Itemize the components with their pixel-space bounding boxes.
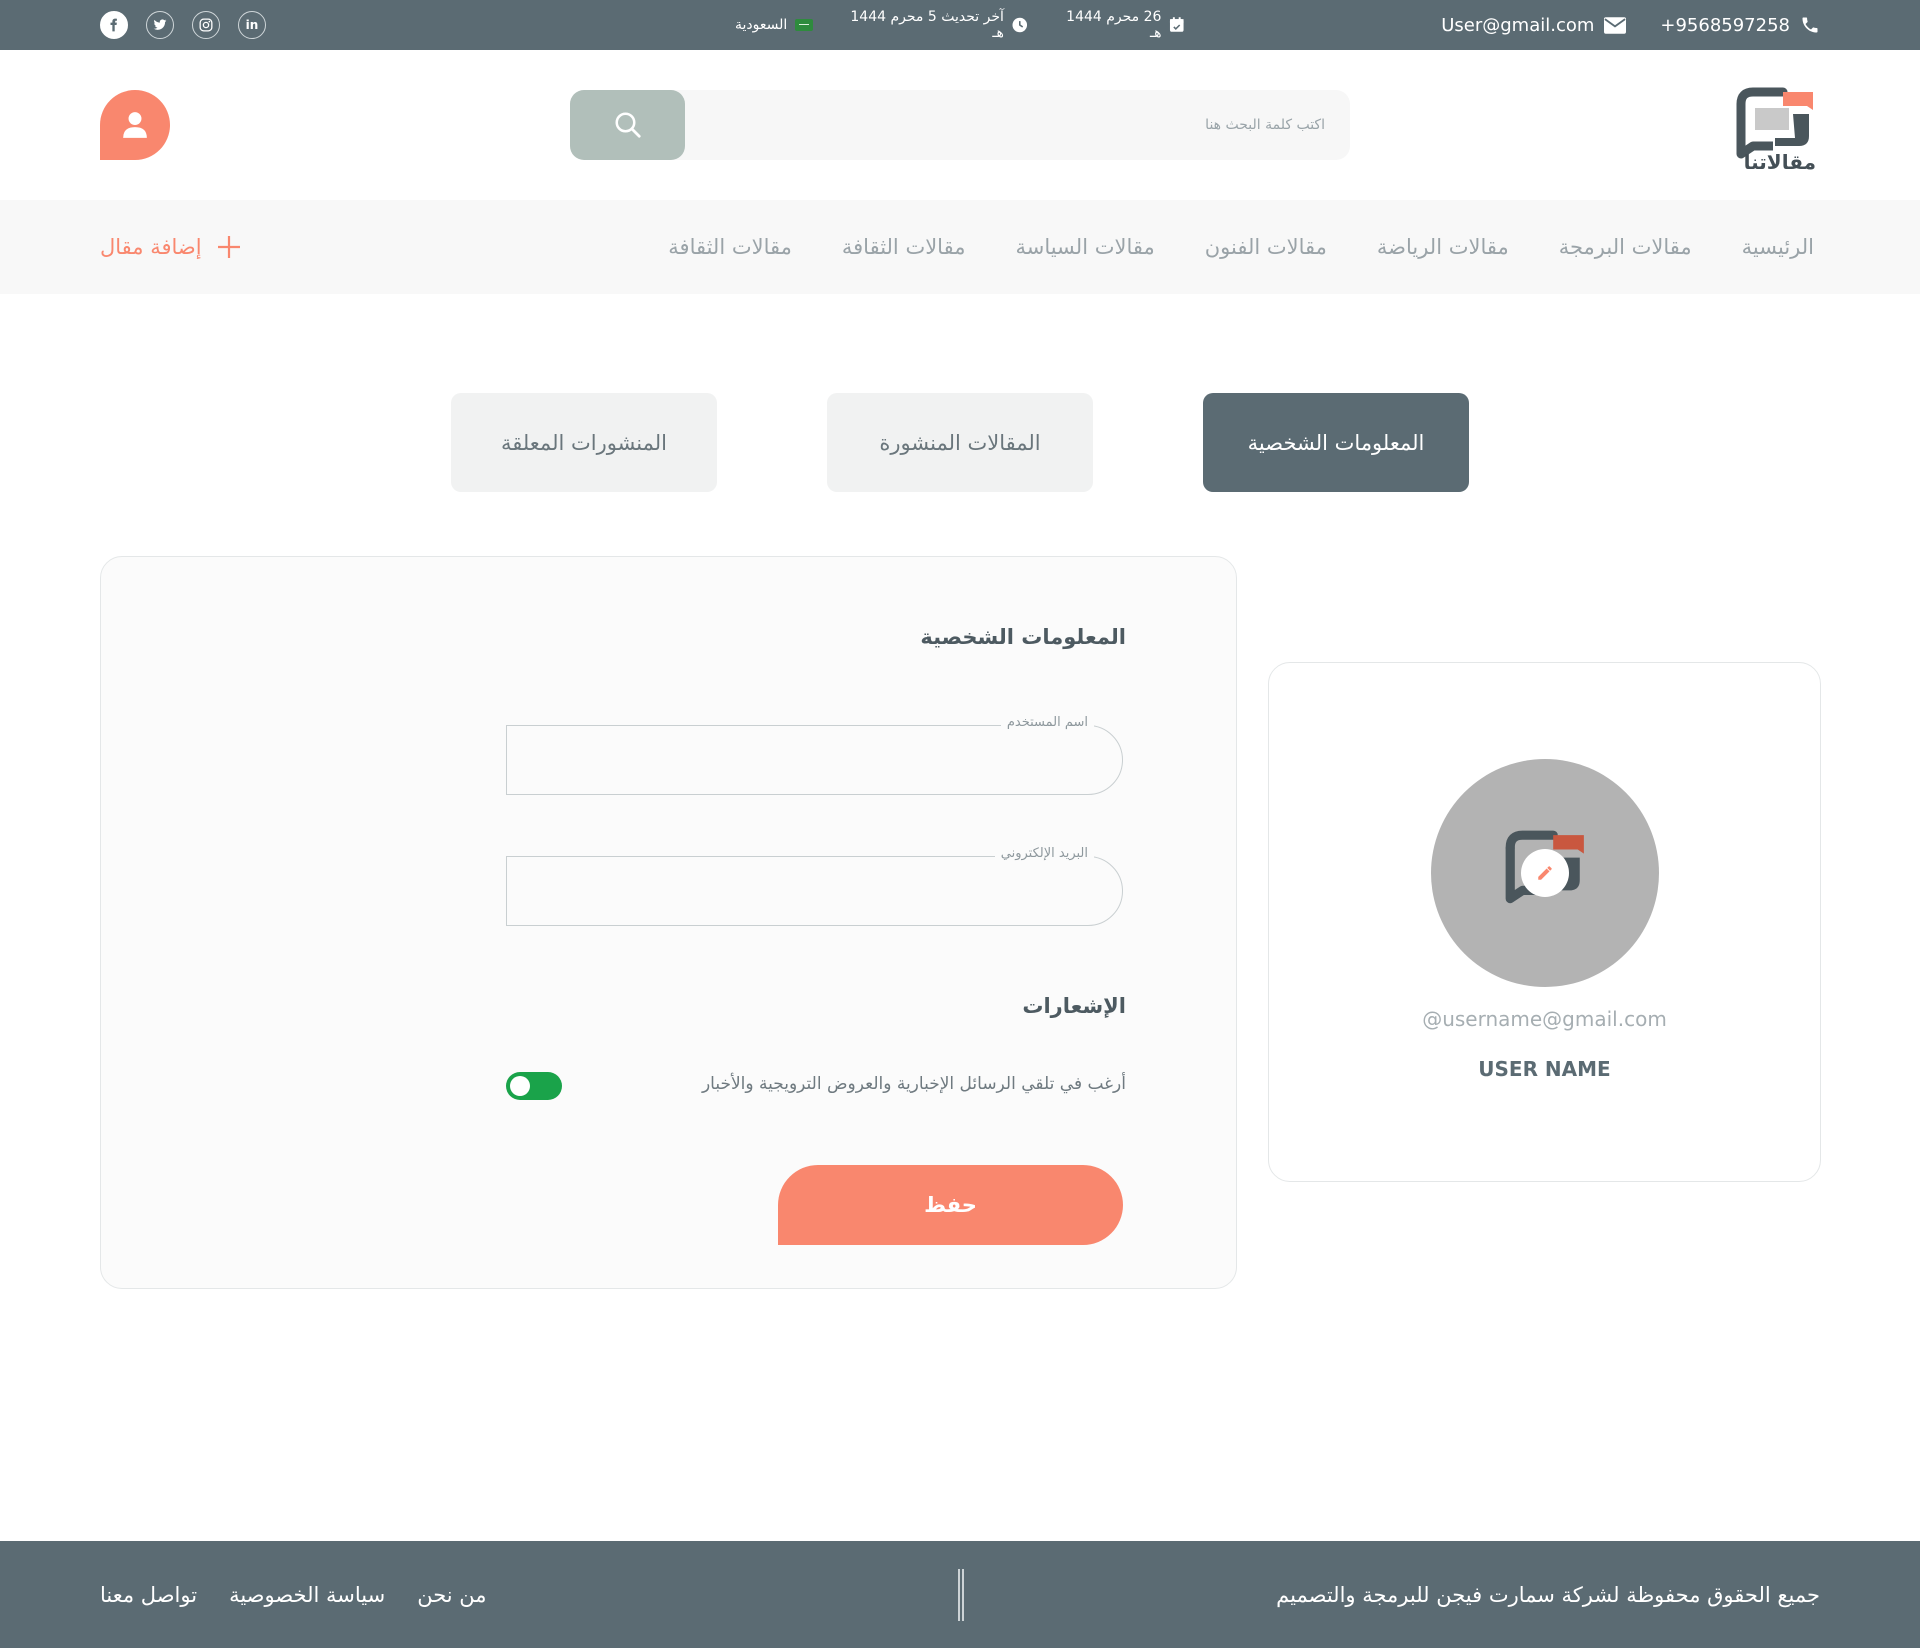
- saudi-flag-icon: [795, 19, 814, 31]
- nav-item-programming[interactable]: مقالات البرمجة: [1559, 235, 1692, 259]
- edit-photo-button[interactable]: [1521, 849, 1569, 897]
- profile-name: USER NAME: [1478, 1057, 1611, 1081]
- nav-menu: الرئيسية مقالات البرمجة مقالات الرياضة م…: [668, 200, 1814, 294]
- email-label: البريد الإلكتروني: [994, 846, 1094, 861]
- add-article-label: إضافة مقال: [100, 235, 202, 259]
- phone-icon: [1802, 17, 1818, 33]
- newsletter-label: أرغب في تلقي الرسائل الإخبارية والعروض ا…: [701, 1074, 1126, 1094]
- footer: جميع الحقوق محفوظة لشركة سمارت فيجن للبر…: [0, 1541, 1920, 1648]
- calendar-icon: [1170, 17, 1185, 32]
- newsletter-toggle[interactable]: [506, 1072, 562, 1100]
- form-title: المعلومات الشخصية: [920, 625, 1126, 649]
- nav-item-sports[interactable]: مقالات الرياضة: [1377, 235, 1509, 259]
- email-address: User@gmail.com: [1441, 14, 1595, 36]
- add-article-button[interactable]: إضافة مقال: [100, 200, 242, 294]
- envelope-icon: [1604, 16, 1627, 34]
- logo-text: مقالاتنا: [1743, 150, 1816, 174]
- top-bar: +9568597258 User@gmail.com 26 محرم 1444 …: [0, 0, 1920, 50]
- search-bar: [570, 90, 1350, 160]
- footer-link-privacy[interactable]: سياسة الخصوصية: [229, 1583, 385, 1607]
- footer-link-about[interactable]: من نحن: [417, 1583, 486, 1607]
- username-label: اسم المستخدم: [1000, 715, 1094, 730]
- search-input[interactable]: [690, 90, 1350, 160]
- country-text: السعودية: [735, 17, 788, 33]
- footer-divider: [958, 1569, 964, 1621]
- nav-item-arts[interactable]: مقالات الفنون: [1205, 235, 1327, 259]
- footer-link-contact[interactable]: تواصل معنا: [100, 1583, 197, 1607]
- footer-links: من نحن سياسة الخصوصية تواصل معنا: [100, 1541, 487, 1648]
- date-text: 26 محرم 1444 هـ: [1066, 9, 1162, 41]
- last-update-text: آخر تحديث 5 محرم 1444 هـ: [850, 9, 1004, 41]
- twitter-icon[interactable]: [146, 11, 174, 39]
- country[interactable]: السعودية: [735, 17, 814, 33]
- phone-contact[interactable]: +9568597258: [1660, 15, 1820, 36]
- social-links: in: [100, 0, 266, 50]
- facebook-icon[interactable]: [100, 11, 128, 39]
- username-input[interactable]: [507, 726, 1122, 794]
- plus-icon: [217, 236, 240, 258]
- tab-personal-info[interactable]: المعلومات الشخصية: [1203, 393, 1469, 492]
- tab-pending-posts[interactable]: المنشورات المعلقة: [451, 393, 717, 492]
- date-info: 26 محرم 1444 هـ آخر تحديث 5 محرم 1444 هـ…: [735, 0, 1185, 50]
- linkedin-icon[interactable]: in: [238, 11, 266, 39]
- profile-photo[interactable]: [1431, 759, 1659, 987]
- copyright-text: جميع الحقوق محفوظة لشركة سمارت فيجن للبر…: [1276, 1582, 1820, 1607]
- user-account-button[interactable]: [100, 90, 170, 160]
- email-input[interactable]: [507, 857, 1122, 925]
- username-field: اسم المستخدم: [506, 715, 1123, 795]
- email-contact[interactable]: User@gmail.com: [1441, 14, 1627, 36]
- linkedin-label: in: [245, 18, 259, 32]
- clock-icon: [1012, 17, 1027, 33]
- nav-item-home[interactable]: الرئيسية: [1742, 235, 1814, 259]
- notifications-title: الإشعارات: [1022, 994, 1126, 1018]
- profile-email: @username@gmail.com: [1422, 1007, 1667, 1031]
- personal-info-form: المعلومات الشخصية اسم المستخدم البريد ال…: [100, 556, 1237, 1289]
- search-icon: [615, 112, 641, 138]
- tab-published-articles[interactable]: المقالات المنشورة: [827, 393, 1093, 492]
- nav-item-culture[interactable]: مقالات الثقافة: [842, 235, 966, 259]
- search-button[interactable]: [570, 90, 685, 160]
- pencil-icon: [1538, 866, 1552, 880]
- user-icon: [123, 112, 147, 138]
- profile-card: @username@gmail.com USER NAME: [1268, 662, 1821, 1182]
- phone-number: +9568597258: [1660, 14, 1790, 36]
- nav-item-politics[interactable]: مقالات السياسة: [1015, 235, 1154, 259]
- last-update: آخر تحديث 5 محرم 1444 هـ: [839, 9, 1027, 41]
- save-button[interactable]: حفظ: [778, 1165, 1123, 1245]
- instagram-icon[interactable]: [192, 11, 220, 39]
- toggle-knob: [510, 1076, 530, 1096]
- current-date: 26 محرم 1444 هـ: [1053, 9, 1185, 41]
- nav-item-culture-2[interactable]: مقالات الثقافة: [668, 235, 792, 259]
- contact-info: +9568597258 User@gmail.com: [1441, 0, 1820, 50]
- email-field: البريد الإلكتروني: [506, 846, 1123, 926]
- main-nav: الرئيسية مقالات البرمجة مقالات الرياضة م…: [0, 200, 1920, 294]
